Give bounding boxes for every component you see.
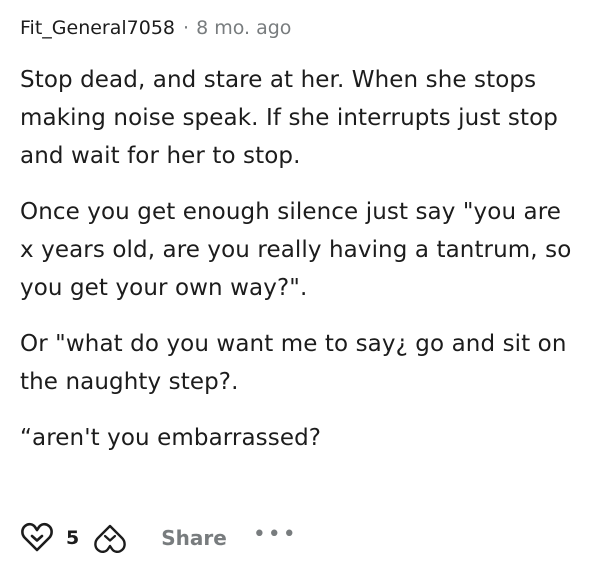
upvote-icon	[21, 522, 53, 552]
meta-separator: ·	[183, 17, 190, 39]
comment-paragraph: Or "what do you want me to say¿ go and s…	[20, 331, 567, 395]
author-username[interactable]: Fit_General7058	[20, 12, 175, 44]
vote-count: 5	[66, 527, 80, 549]
share-button[interactable]: Share	[161, 526, 227, 550]
comment-paragraph: “aren't you embarrassed?	[20, 425, 322, 451]
downvote-button[interactable]	[93, 521, 127, 555]
comment-meta: Fit_General7058 · 8 mo. ago	[20, 12, 575, 44]
upvote-button[interactable]	[20, 521, 54, 555]
comment-timestamp[interactable]: 8 mo. ago	[196, 12, 291, 44]
comment-body: Stop dead, and stare at her. When she st…	[20, 61, 580, 457]
comment: Fit_General7058 · 8 mo. ago Stop dead, a…	[0, 0, 595, 581]
more-options-button[interactable]: •••	[253, 524, 298, 546]
downvote-icon	[94, 524, 127, 553]
comment-paragraph: Once you get enough silence just say "yo…	[20, 199, 572, 301]
comment-paragraph: Stop dead, and stare at her. When she st…	[20, 67, 558, 169]
comment-action-bar: 5 Share •••	[20, 516, 298, 560]
